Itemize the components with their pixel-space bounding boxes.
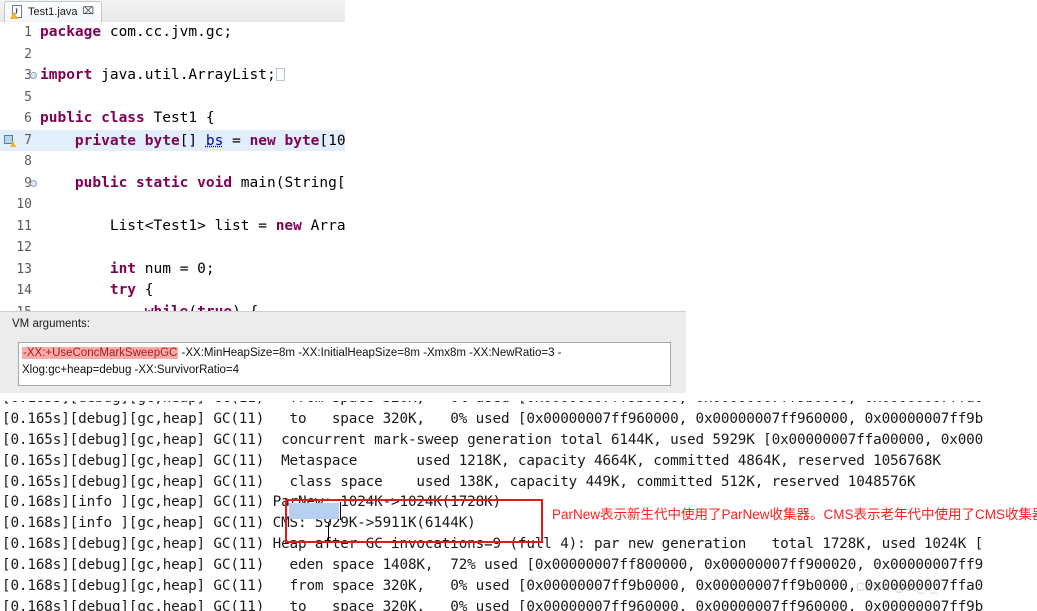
code-line[interactable]: 10 [0,194,345,216]
code-line[interactable]: 6 public class Test1 { [0,108,345,130]
log-line: [0.168s][debug][gc,heap] GC(11) Heap aft… [2,536,984,553]
code-line-text: public static void main(String[] args) { [40,173,345,195]
warning-icon [10,12,18,19]
code-token: = [223,132,250,149]
vm-arg-rest-line1: -XX:MinHeapSize=8m -XX:InitialHeapSize=8… [178,347,562,359]
code-token: package [40,24,102,40]
vm-arguments-input[interactable]: -XX:+UseConcMarkSweepGC -XX:MinHeapSize=… [18,342,671,386]
fold-marker-icon[interactable] [30,179,37,187]
annotation-text: ParNew表示新生代中使用了ParNew收集器。CMS表示老年代中使用了CMS… [552,507,1037,522]
console-lines: [0.165s][debug][gc,heap] GC(11) from spa… [2,393,983,611]
code-line-text: import java.util.ArrayList; [40,65,285,87]
line-number: 7 [24,132,32,148]
code-token: public static void [74,174,233,191]
log-line: [0.165s][debug][gc,heap] GC(11) Metaspac… [2,452,941,469]
code-line[interactable]: 3 import java.util.ArrayList; [0,65,345,87]
line-number: 13 [16,261,32,277]
code-token: new [275,217,302,234]
code-token: try [109,282,137,298]
editor-tab-label: Test1.java [28,6,78,18]
line-number: 12 [16,240,32,255]
java-file-icon: J [10,5,23,19]
line-number: 5 [24,89,32,105]
code-token: Test1 { [144,110,215,126]
code-token: bs [205,132,224,149]
line-number: 10 [16,197,32,212]
code-token: [1024*1024 [319,132,345,149]
code-line[interactable]: 14 try { [0,280,345,302]
text-caret-cms [328,523,329,541]
code-line[interactable]: 2 [0,44,345,66]
code-token: main(String[] args) { [240,174,345,191]
code-token: List<Test1> list = [40,217,276,234]
code-token: int [109,260,137,277]
line-number: 6 [24,111,32,126]
text-caret-parnew [340,502,341,520]
code-token: java.util.ArrayList; [92,67,276,83]
code-line[interactable]: 9 public static void main(String[] args)… [0,173,345,195]
code-token: [] [179,132,206,149]
line-number: 11 [16,218,32,234]
log-line: [0.168s][debug][gc,heap] GC(11) to space… [2,598,984,611]
line-number: 2 [24,46,32,62]
editor-tab-test1-java[interactable]: J Test1.java ⌧ [4,1,103,22]
vm-arg-rest-line2: Xlog:gc+heap=debug -XX:SurvivorRatio=4 [22,364,240,376]
code-token: com.cc.jvm.gc; [101,24,233,40]
vm-arguments-panel: VM arguments: -XX:+UseConcMarkSweepGC -X… [0,311,686,394]
code-line-text: try { [40,280,154,302]
log-line: [0.165s][debug][gc,heap] GC(11) concurre… [2,431,984,448]
code-token: new byte [249,132,320,149]
code-line-text: package com.cc.jvm.gc; [40,22,232,44]
fold-marker-icon[interactable] [30,72,37,79]
code-line[interactable]: 12 [0,237,345,259]
code-line[interactable]: 1 package com.cc.jvm.gc; [0,22,345,44]
code-line[interactable]: 7 private byte[] bs = new byte[1024*1024… [0,129,345,154]
code-line-text: private byte[] bs = new byte[1024*1024]; [40,130,345,154]
log-line: [0.168s][debug][gc,heap] GC(11) from spa… [2,578,984,595]
code-token: num = 0; [136,260,215,277]
empty-block-icon [275,68,285,81]
code-line[interactable]: 8 [0,151,345,173]
code-line[interactable]: 13 int num = 0; [0,259,345,281]
log-line: [0.165s][debug][gc,heap] GC(11) to space… [2,410,984,427]
vm-arg-highlighted: -XX:+UseConcMarkSweepGC [22,347,179,359]
code-line[interactable]: 5 [0,87,345,109]
code-token: { [136,282,154,298]
console-top-clip [0,393,1037,401]
editor-tab-bar: J Test1.java ⌧ [0,0,345,23]
line-number: 1 [24,25,32,40]
gc-log-console[interactable]: [0.165s][debug][gc,heap] GC(11) from spa… [0,393,1037,611]
code-token: private byte [74,132,180,149]
log-line: [0.165s][debug][gc,heap] GC(11) class sp… [2,473,916,490]
code-editor-area[interactable]: 1 package com.cc.jvm.gc; 2 3 import java.uti… [0,22,345,312]
code-line-text: public class Test1 { [40,108,215,130]
close-icon[interactable]: ⌧ [83,7,95,17]
vm-arguments-label: VM arguments: [12,318,90,330]
code-token: import [40,67,93,83]
line-number: 14 [16,283,32,298]
code-line-text: int num = 0; [40,259,215,281]
code-token: public class [40,110,145,126]
code-line[interactable]: 11 List<Test1> list = new ArrayList<Test… [0,216,345,238]
code-line-text: List<Test1> list = new ArrayList<Test1>(… [40,216,345,238]
line-number: 8 [24,154,32,169]
java-editor-window: J Test1.java ⌧ 1 package com.cc.jvm.gc; 2 3… [0,0,345,330]
log-line: [0.168s][debug][gc,heap] GC(11) eden spa… [2,557,984,574]
code-token: ArrayList<Test1>(); [310,217,345,234]
